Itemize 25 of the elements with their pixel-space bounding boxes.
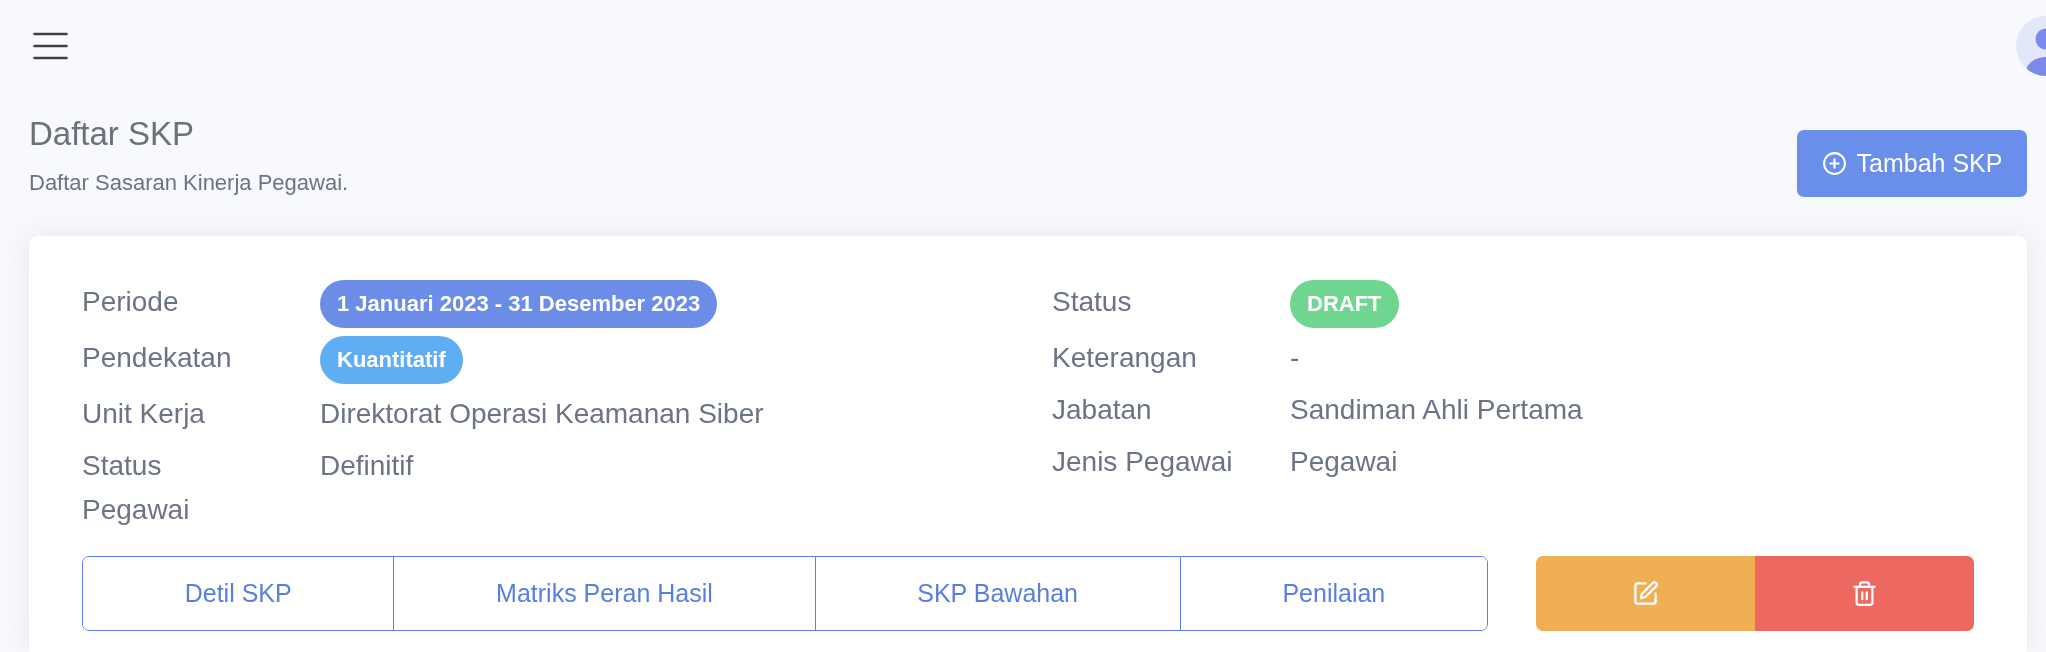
field-value: Direktorat Operasi Keamanan Siber [320, 397, 764, 431]
field-value: Pegawai [1290, 445, 1398, 479]
field-label: Keterangan [1052, 341, 1198, 375]
menu-icon[interactable] [33, 32, 68, 60]
field-value: Sandiman Ahli Pertama [1290, 393, 1583, 427]
value-badge: Kuantitatif [320, 336, 463, 384]
trash-icon [1851, 580, 1878, 607]
field-label: Periode [82, 285, 180, 319]
value-badge: DRAFT [1290, 280, 1399, 328]
plus-circle-icon [1821, 151, 1847, 176]
field-label: Status Pegawai [82, 449, 191, 527]
section-button[interactable]: Penilaian [1179, 557, 1487, 630]
field-value: Definitif [320, 449, 414, 483]
page-title: Daftar SKP [29, 114, 195, 154]
value-badge: 1 Januari 2023 - 31 Desember 2023 [320, 280, 718, 328]
add-skp-button[interactable]: Tambah SKP [1797, 130, 2027, 197]
avatar-icon[interactable] [2016, 16, 2046, 76]
field-label: Jenis Pegawai [1052, 445, 1234, 479]
field-label: Unit Kerja [82, 397, 206, 431]
field-label: Status [1052, 285, 1133, 319]
field-label: Pendekatan [82, 341, 233, 375]
field-label: Jabatan [1052, 393, 1153, 427]
edit-icon [1632, 580, 1659, 607]
field-value: - [1290, 341, 1300, 375]
page-subtitle: Daftar Sasaran Kinerja Pegawai. [29, 169, 349, 197]
